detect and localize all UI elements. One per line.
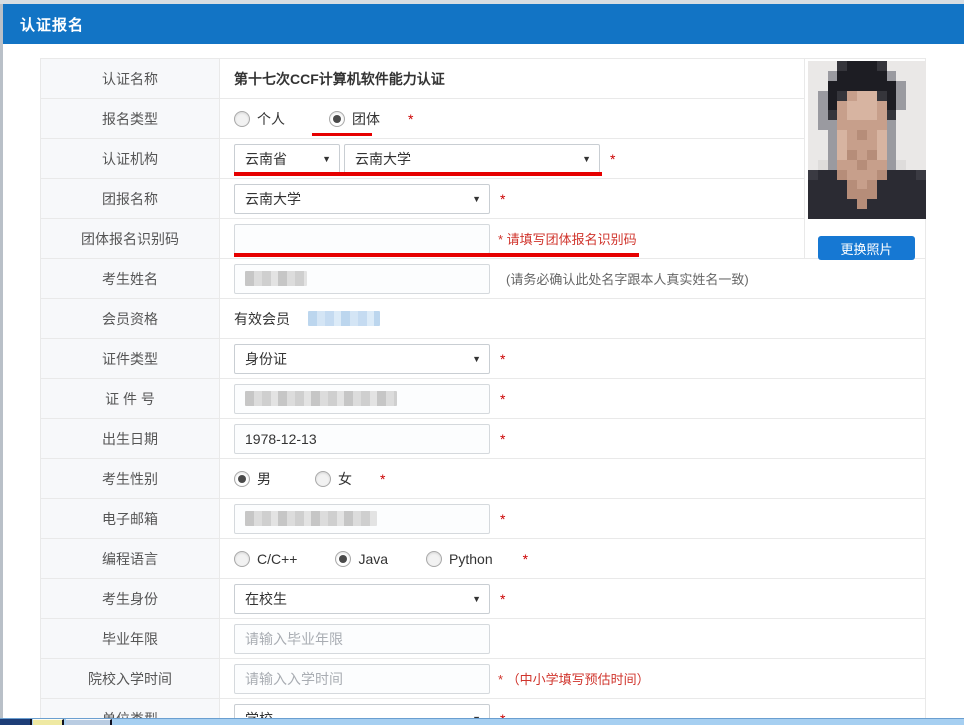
required-mark: * (500, 351, 505, 367)
reg-type-option-group[interactable]: 团体 (329, 109, 380, 129)
page: 认证报名 认证名称 第十七次CCF计算机软件能力认证 报名类型 个人 团体 * (0, 0, 964, 725)
row-language: 编程语言 C/C++ Java Python * (41, 539, 925, 579)
row-email: 电子邮箱 * (41, 499, 925, 539)
dropdown-arrow-icon: ▼ (582, 154, 591, 164)
email-input[interactable] (234, 504, 490, 534)
enroll-time-label: 院校入学时间 (41, 659, 220, 698)
membership-status: 有效会员 (234, 309, 290, 329)
dropdown-arrow-icon: ▼ (472, 194, 481, 204)
taskbar-sliver (0, 718, 964, 725)
gender-option-male[interactable]: 男 (234, 469, 271, 489)
gender-option-female[interactable]: 女 (315, 469, 352, 489)
required-mark: * (610, 151, 615, 167)
school-select[interactable]: 云南大学 ▼ (344, 144, 600, 174)
birth-date-input[interactable] (234, 424, 490, 454)
group-code-error: * 请填写团体报名识别码 (498, 229, 637, 248)
row-candidate-name: 考生姓名 (请务必确认此处名字跟本人真实姓名一致) (41, 259, 925, 299)
row-grad-year: 毕业年限 (41, 619, 925, 659)
candidate-photo (808, 61, 926, 219)
dropdown-arrow-icon: ▼ (322, 154, 331, 164)
required-mark: * (523, 551, 528, 567)
row-enroll-time: 院校入学时间 * （中小学填写预估时间） (41, 659, 925, 699)
enroll-time-note: * （中小学填写预估时间） (498, 669, 650, 688)
group-name-select[interactable]: 云南大学 ▼ (234, 184, 490, 214)
required-mark: * (408, 111, 413, 127)
email-label: 电子邮箱 (41, 499, 220, 538)
row-gender: 考生性别 男 女 * (41, 459, 925, 499)
required-mark: * (500, 511, 505, 527)
radio-icon[interactable] (426, 551, 442, 567)
grad-year-input[interactable] (234, 624, 490, 654)
page-title: 认证报名 (3, 14, 84, 35)
radio-selected-icon[interactable] (234, 471, 250, 487)
reg-type-label: 报名类型 (41, 99, 220, 138)
change-photo-button[interactable]: 更换照片 (818, 236, 915, 260)
dropdown-arrow-icon: ▼ (472, 354, 481, 364)
group-code-label: 团体报名识别码 (41, 219, 220, 258)
row-id-type: 证件类型 身份证 ▼ * (41, 339, 925, 379)
identity-select[interactable]: 在校生 ▼ (234, 584, 490, 614)
cert-name-label: 认证名称 (41, 59, 220, 98)
row-membership: 会员资格 有效会员 (41, 299, 925, 339)
required-mark: * (380, 471, 385, 487)
radio-icon[interactable] (315, 471, 331, 487)
radio-selected-icon[interactable] (329, 111, 345, 127)
required-mark: * (500, 591, 505, 607)
grad-year-label: 毕业年限 (41, 619, 220, 658)
cert-org-label: 认证机构 (41, 139, 220, 178)
registration-form: 认证名称 第十七次CCF计算机软件能力认证 报名类型 个人 团体 * (40, 58, 926, 725)
page-header: 认证报名 (3, 4, 964, 44)
reg-type-alert-underline (312, 133, 372, 136)
reg-type-option-personal[interactable]: 个人 (234, 109, 285, 129)
id-type-select[interactable]: 身份证 ▼ (234, 344, 490, 374)
row-cert-org: 认证机构 云南省 ▼ 云南大学 ▼ * (41, 139, 925, 179)
group-code-input[interactable] (234, 224, 490, 254)
photo-column: 更换照片 (804, 59, 925, 258)
cert-name-value: 第十七次CCF计算机软件能力认证 (234, 69, 445, 89)
province-select[interactable]: 云南省 ▼ (234, 144, 340, 174)
window-left-edge (0, 4, 3, 725)
gender-label: 考生性别 (41, 459, 220, 498)
taskbar-item[interactable] (33, 719, 64, 725)
redacted-name-value (245, 271, 307, 286)
required-mark: * (500, 391, 505, 407)
id-number-input[interactable] (234, 384, 490, 414)
language-label: 编程语言 (41, 539, 220, 578)
required-mark: * (500, 191, 505, 207)
group-code-alert-underline (234, 253, 639, 257)
identity-label: 考生身份 (41, 579, 220, 618)
candidate-name-input[interactable] (234, 264, 490, 294)
row-group-code: 团体报名识别码 * 请填写团体报名识别码 (41, 219, 925, 259)
id-type-label: 证件类型 (41, 339, 220, 378)
language-option-java[interactable]: Java (335, 551, 388, 567)
membership-label: 会员资格 (41, 299, 220, 338)
language-option-python[interactable]: Python (426, 551, 493, 567)
radio-icon[interactable] (234, 551, 250, 567)
dropdown-arrow-icon: ▼ (472, 594, 481, 604)
candidate-name-label: 考生姓名 (41, 259, 220, 298)
row-group-name: 团报名称 云南大学 ▼ * (41, 179, 925, 219)
birth-date-label: 出生日期 (41, 419, 220, 458)
row-reg-type: 报名类型 个人 团体 * (41, 99, 925, 139)
candidate-name-note: (请务必确认此处名字跟本人真实姓名一致) (506, 269, 749, 288)
row-birth-date: 出生日期 * (41, 419, 925, 459)
required-mark: * (500, 431, 505, 447)
redacted-id-number (245, 391, 397, 406)
taskbar-item[interactable] (0, 719, 32, 725)
row-id-number: 证 件 号 * (41, 379, 925, 419)
redacted-member-id (308, 311, 380, 326)
language-option-c[interactable]: C/C++ (234, 551, 297, 567)
cert-org-alert-underline (234, 172, 602, 176)
group-name-label: 团报名称 (41, 179, 220, 218)
redacted-email (245, 511, 377, 526)
row-cert-name: 认证名称 第十七次CCF计算机软件能力认证 (41, 59, 925, 99)
row-identity: 考生身份 在校生 ▼ * (41, 579, 925, 619)
radio-selected-icon[interactable] (335, 551, 351, 567)
taskbar-item[interactable] (66, 719, 112, 725)
radio-icon[interactable] (234, 111, 250, 127)
id-number-label: 证 件 号 (41, 379, 220, 418)
enroll-time-input[interactable] (234, 664, 490, 694)
